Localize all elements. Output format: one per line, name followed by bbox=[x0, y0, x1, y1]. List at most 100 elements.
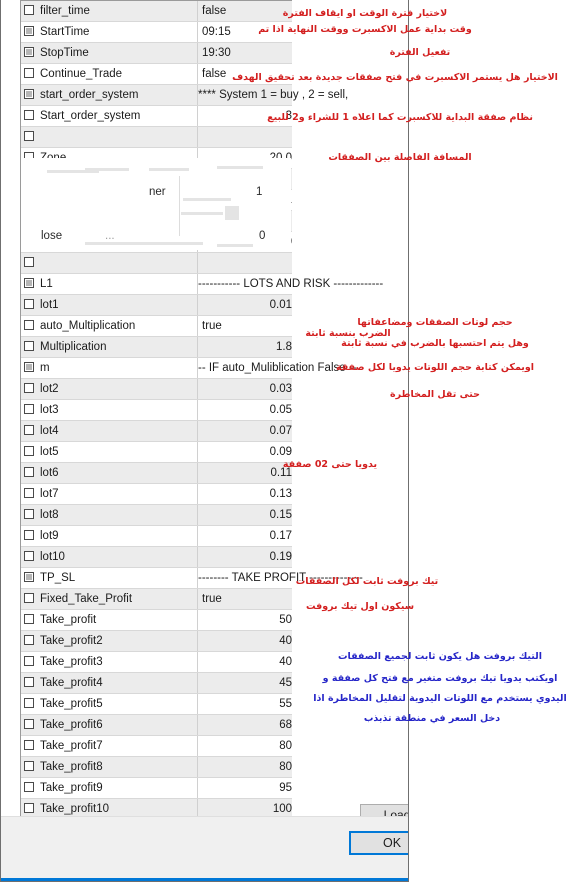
parameter-checkbox[interactable] bbox=[24, 236, 34, 246]
parameter-value-cell[interactable]: 80 bbox=[197, 735, 292, 757]
parameter-row[interactable]: lot2 0.03 bbox=[21, 378, 292, 400]
parameter-value-cell[interactable]: 0.11 bbox=[197, 462, 292, 484]
parameter-checkbox[interactable] bbox=[24, 593, 34, 603]
parameter-value-cell[interactable]: 09:15 bbox=[197, 21, 292, 43]
parameter-row[interactable]: Take_profit2 40 bbox=[21, 630, 292, 652]
parameter-row[interactable]: Take_profit6 68 bbox=[21, 714, 292, 736]
parameter-value-cell[interactable]: 0.07 bbox=[197, 420, 292, 442]
parameter-value-cell[interactable] bbox=[197, 126, 292, 148]
parameter-checkbox[interactable] bbox=[24, 341, 34, 351]
parameter-value-cell[interactable]: 1 bbox=[197, 189, 292, 211]
parameter-value-cell[interactable]: ----------- LOTS AND RISK ------------- bbox=[197, 273, 383, 295]
parameter-checkbox[interactable] bbox=[24, 194, 34, 204]
parameter-checkbox[interactable] bbox=[24, 446, 34, 456]
parameter-checkbox[interactable] bbox=[24, 362, 34, 372]
parameter-value-cell[interactable]: 0.13 bbox=[197, 483, 292, 505]
parameter-checkbox[interactable] bbox=[24, 89, 34, 99]
parameter-row[interactable]: lot7 0.13 bbox=[21, 483, 292, 505]
parameter-row[interactable]: m -- IF auto_Muliblication False -- bbox=[21, 357, 357, 379]
parameter-row[interactable]: Take_profit3 40 bbox=[21, 651, 292, 673]
parameter-value-cell[interactable]: 55 bbox=[197, 693, 292, 715]
parameter-checkbox[interactable] bbox=[24, 782, 34, 792]
parameter-row[interactable]: filter_time false bbox=[21, 1, 292, 22]
parameter-value-cell[interactable]: 0.15 bbox=[197, 504, 292, 526]
parameter-checkbox[interactable] bbox=[24, 740, 34, 750]
parameter-checkbox[interactable] bbox=[24, 614, 34, 624]
parameter-value-cell[interactable]: 3 bbox=[197, 105, 292, 127]
parameter-row[interactable]: 0 bbox=[21, 231, 292, 253]
parameter-row[interactable]: lot9 0.17 bbox=[21, 525, 292, 547]
parameter-row[interactable]: lot6 0.11 bbox=[21, 462, 292, 484]
parameter-value-cell[interactable]: false bbox=[197, 63, 292, 85]
parameter-value-cell[interactable]: 0.19 bbox=[197, 546, 292, 568]
parameters-list[interactable]: filter_time false StartTime 09:15 StopTime 19… bbox=[20, 0, 383, 842]
parameter-row[interactable]: Take_profit9 95 bbox=[21, 777, 292, 799]
parameter-checkbox[interactable] bbox=[24, 131, 34, 141]
parameter-row[interactable]: Multiplication 1.8 bbox=[21, 336, 292, 358]
parameter-checkbox[interactable] bbox=[24, 5, 34, 15]
parameter-checkbox[interactable] bbox=[24, 320, 34, 330]
parameter-row[interactable]: Take_profit4 45 bbox=[21, 672, 292, 694]
parameter-checkbox[interactable] bbox=[24, 635, 34, 645]
parameter-checkbox[interactable] bbox=[24, 698, 34, 708]
parameter-value-cell[interactable]: 1.8 bbox=[197, 336, 292, 358]
parameter-row[interactable]: StopTime 19:30 bbox=[21, 42, 292, 64]
parameter-value-cell[interactable]: false bbox=[197, 1, 292, 22]
parameter-checkbox[interactable] bbox=[24, 530, 34, 540]
parameter-value-cell[interactable]: 40 bbox=[197, 630, 292, 652]
parameter-value-cell[interactable]: 80 bbox=[197, 756, 292, 778]
parameter-value-cell[interactable]: 0 bbox=[197, 231, 292, 253]
parameter-checkbox[interactable] bbox=[24, 404, 34, 414]
parameter-row[interactable]: 1 bbox=[21, 189, 292, 211]
parameter-checkbox[interactable] bbox=[24, 215, 34, 225]
parameter-row[interactable]: Take_profit8 80 bbox=[21, 756, 292, 778]
parameter-row[interactable]: lot5 0.09 bbox=[21, 441, 292, 463]
parameter-checkbox[interactable] bbox=[24, 803, 34, 813]
parameter-value-cell[interactable]: 19:30 bbox=[197, 42, 292, 64]
parameter-value-cell[interactable]: 45 bbox=[197, 672, 292, 694]
parameter-checkbox[interactable] bbox=[24, 677, 34, 687]
parameter-checkbox[interactable] bbox=[24, 47, 34, 57]
parameter-row[interactable]: Fixed_Take_Profit true bbox=[21, 588, 292, 610]
parameter-row[interactable] bbox=[21, 126, 292, 148]
parameter-value-cell[interactable]: -- IF auto_Muliblication False -- bbox=[197, 357, 357, 379]
parameter-value-cell[interactable]: 0.05 bbox=[197, 399, 292, 421]
parameter-checkbox[interactable] bbox=[24, 110, 34, 120]
parameter-row[interactable]: lot1 0.01 bbox=[21, 294, 292, 316]
parameter-value-cell[interactable]: 40 bbox=[197, 651, 292, 673]
parameter-checkbox[interactable] bbox=[24, 719, 34, 729]
parameter-checkbox[interactable] bbox=[24, 278, 34, 288]
parameter-value-cell[interactable]: 0.09 bbox=[197, 441, 292, 463]
parameter-row[interactable] bbox=[21, 210, 292, 232]
parameter-value-cell[interactable]: 0.03 bbox=[197, 378, 292, 400]
parameter-row[interactable]: L1 ----------- LOTS AND RISK ------------… bbox=[21, 273, 383, 295]
parameter-checkbox[interactable] bbox=[24, 761, 34, 771]
parameter-row[interactable]: Start_order_system 3 bbox=[21, 105, 292, 127]
parameter-value-cell[interactable] bbox=[197, 210, 292, 232]
parameter-checkbox[interactable] bbox=[24, 572, 34, 582]
parameter-row[interactable]: Take_profit7 80 bbox=[21, 735, 292, 757]
parameter-value-cell[interactable]: -------- TAKE PROFIT -------------- bbox=[197, 567, 363, 589]
parameter-value-cell[interactable]: true bbox=[197, 315, 292, 337]
parameter-row[interactable]: Continue_Trade false bbox=[21, 63, 292, 85]
parameter-row[interactable]: lot3 0.05 bbox=[21, 399, 292, 421]
parameter-row[interactable] bbox=[21, 252, 292, 274]
parameter-checkbox[interactable] bbox=[24, 26, 34, 36]
parameter-value-cell[interactable]: 20.0 bbox=[197, 147, 292, 169]
parameter-checkbox[interactable] bbox=[24, 257, 34, 267]
parameter-value-cell[interactable]: 0.01 bbox=[197, 294, 292, 316]
parameter-row[interactable]: TP_SL -------- TAKE PROFIT -------------- bbox=[21, 567, 363, 589]
parameter-row[interactable]: lot10 0.19 bbox=[21, 546, 292, 568]
parameter-row[interactable]: start_order_system **** System 1 = buy , … bbox=[21, 84, 348, 106]
parameter-checkbox[interactable] bbox=[24, 299, 34, 309]
parameter-row[interactable]: Take_profit5 55 bbox=[21, 693, 292, 715]
parameter-row[interactable]: lot4 0.07 bbox=[21, 420, 292, 442]
parameter-value-cell[interactable]: 95 bbox=[197, 777, 292, 799]
parameter-value-cell[interactable]: 68 bbox=[197, 714, 292, 736]
parameter-row[interactable]: auto_Multiplication true bbox=[21, 315, 292, 337]
parameter-checkbox[interactable] bbox=[24, 551, 34, 561]
parameter-checkbox[interactable] bbox=[24, 467, 34, 477]
parameter-checkbox[interactable] bbox=[24, 152, 34, 162]
parameter-row[interactable]: StartTime 09:15 bbox=[21, 21, 292, 43]
parameter-value-cell[interactable] bbox=[197, 168, 292, 190]
